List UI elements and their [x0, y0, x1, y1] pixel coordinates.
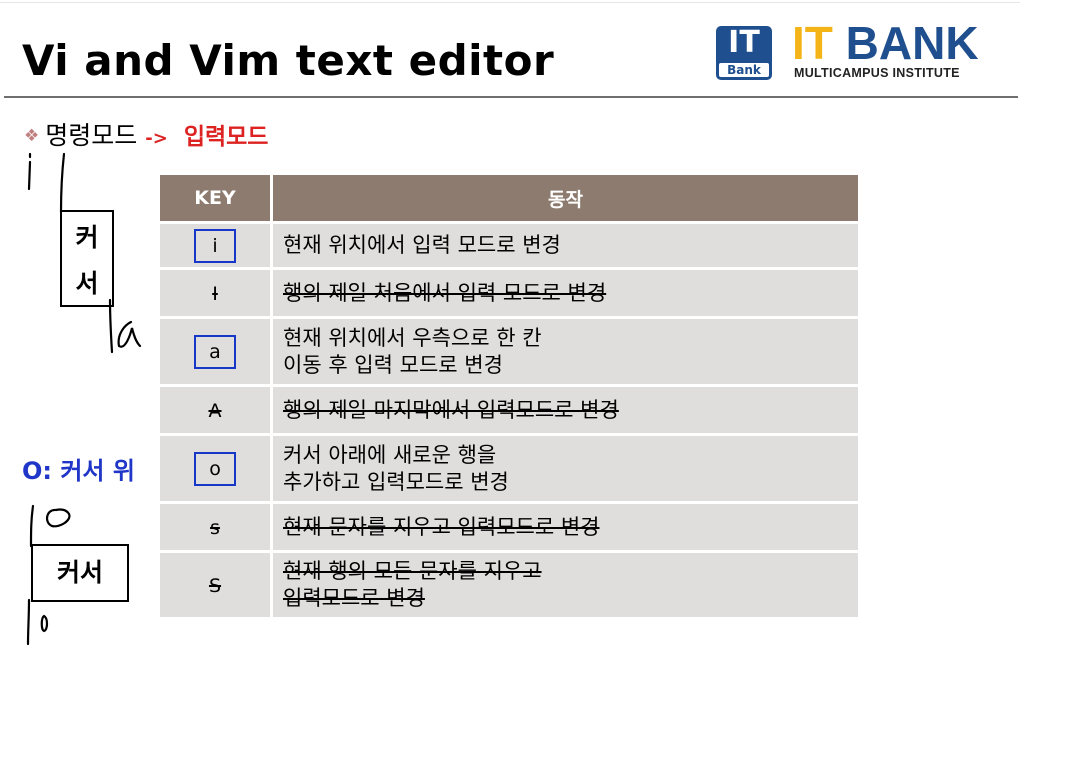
key-cell: A [160, 384, 273, 435]
table-row: s 현재 문자를 지우고 입력모드로 변경 [160, 501, 858, 552]
title-divider [4, 96, 1018, 98]
key-cell: o [160, 433, 273, 503]
action-line: 입력모드로 변경 [283, 586, 425, 610]
top-border-line [0, 2, 1020, 3]
key-label: s [210, 517, 220, 539]
itbank-logo: IT Bank IT BANK MULTICAMPUS INSTITUTE [716, 18, 1016, 84]
key-cell: I [160, 267, 273, 318]
logo-name-it: IT [792, 17, 833, 69]
table-row: A 행의 제일 마지막에서 입력모드로 변경 [160, 384, 858, 435]
heading-mode-from: 명령모드 [45, 121, 138, 150]
heading-arrow: -> [145, 128, 168, 149]
key-label: o [194, 451, 236, 486]
cursor-char-2: 서 [75, 269, 99, 298]
action-line: 추가하고 입력모드로 변경 [283, 469, 509, 494]
table-row: o 커서 아래에 새로운 행을 추가하고 입력모드로 변경 [160, 433, 858, 503]
slide-title: Vi and Vim text editor [22, 36, 555, 85]
key-cell: a [160, 316, 273, 386]
ink-letter-a [117, 320, 142, 348]
table-row: I 행의 제일 처음에서 입력 모드로 변경 [160, 267, 858, 318]
column-header-action: 동작 [271, 175, 858, 223]
action-cell: 행의 제일 처음에서 입력 모드로 변경 [271, 267, 858, 318]
diamond-bullet-icon: ❖ [24, 126, 40, 146]
table-row: i 현재 위치에서 입력 모드로 변경 [160, 221, 858, 269]
action-cell: 현재 위치에서 우측으로 한 칸 이동 후 입력 모드로 변경 [271, 316, 858, 386]
key-label: i [194, 228, 236, 263]
logo-badge-bottom: Bank [719, 63, 769, 77]
ink-small-o [40, 614, 49, 633]
table-header-row: KEY 동작 [160, 175, 858, 223]
logo-badge-top: IT [728, 25, 760, 60]
action-line: 커서 아래에 새로운 행을 [283, 442, 497, 467]
table-row: a 현재 위치에서 우측으로 한 칸 이동 후 입력 모드로 변경 [160, 316, 858, 386]
column-header-key: KEY [160, 175, 273, 223]
action-cell: 커서 아래에 새로운 행을 추가하고 입력모드로 변경 [271, 433, 858, 503]
logo-badge: IT Bank [716, 26, 772, 80]
ink-letter-o [46, 508, 71, 528]
section-heading: ❖ 명령모드 -> 입력모드 [24, 116, 268, 152]
cursor-box-horizontal: 커서 [31, 544, 129, 602]
action-cell: 현재 문자를 지우고 입력모드로 변경 [271, 501, 858, 552]
action-line: 현재 행의 모든 문자를 지우고 [283, 559, 542, 583]
key-label: a [194, 334, 236, 369]
action-cell: 행의 제일 마지막에서 입력모드로 변경 [271, 384, 858, 435]
cursor-char-1: 커 [75, 223, 99, 252]
key-label: I [212, 283, 218, 305]
action-line: 현재 문자를 지우고 입력모드로 변경 [283, 514, 600, 539]
key-cell: S [160, 550, 273, 617]
ink-cursor-bar-left [59, 152, 66, 214]
heading-mode-to: 입력모드 [183, 124, 269, 150]
key-action-table: KEY 동작 i 현재 위치에서 입력 모드로 변경 I 행의 제일 처음에서 … [160, 175, 858, 617]
key-cell: i [160, 221, 273, 269]
ink-o-bar [29, 504, 35, 548]
table-row: S 현재 행의 모든 문자를 지우고입력모드로 변경 [160, 550, 858, 617]
action-line: 행의 제일 마지막에서 입력모드로 변경 [283, 397, 619, 422]
key-label: S [208, 575, 222, 597]
action-line: 행의 제일 처음에서 입력 모드로 변경 [283, 280, 607, 305]
logo-name-bank: BANK [845, 17, 979, 69]
ink-i-stroke [27, 160, 32, 191]
action-line: 현재 위치에서 입력 모드로 변경 [283, 233, 561, 257]
action-cell: 현재 행의 모든 문자를 지우고입력모드로 변경 [271, 550, 858, 617]
cursor-box-vertical: 커 서 [60, 210, 114, 307]
action-cell: 현재 위치에서 입력 모드로 변경 [271, 221, 858, 269]
action-line: 이동 후 입력 모드로 변경 [283, 352, 503, 377]
logo-subtitle: MULTICAMPUS INSTITUTE [794, 66, 960, 80]
ink-cursor-bar-right [108, 298, 114, 354]
ink-below-bar [26, 598, 31, 646]
logo-name: IT BANK [792, 18, 979, 68]
key-label: A [208, 400, 222, 422]
key-cell: s [160, 501, 273, 552]
action-line: 현재 위치에서 우측으로 한 칸 [283, 325, 542, 350]
o-key-note: O: 커서 위 [22, 457, 135, 485]
